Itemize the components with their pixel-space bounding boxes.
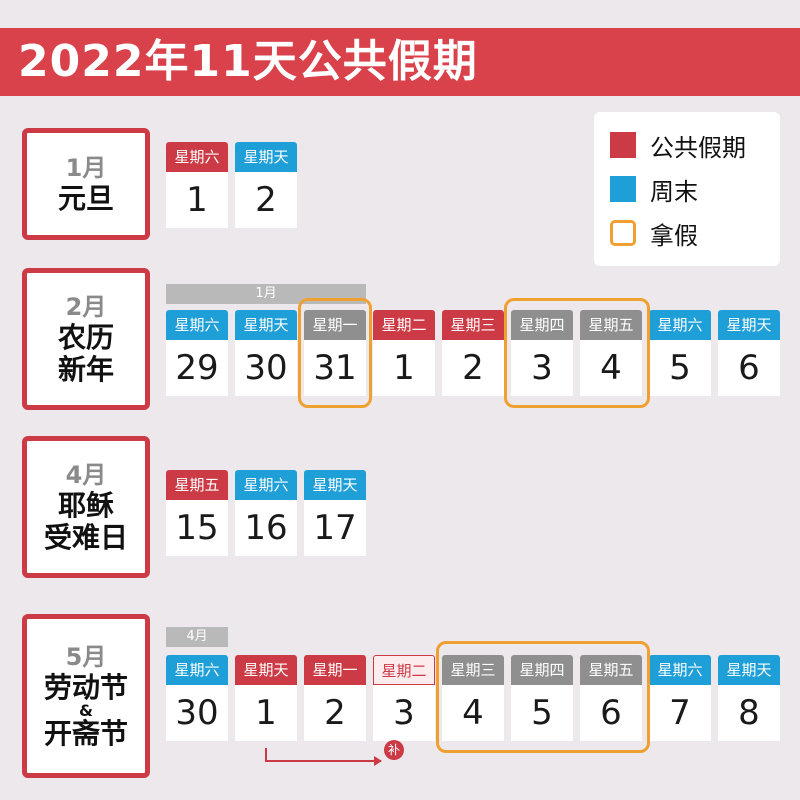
day-card: 星期二 3 [373,655,435,741]
weekday-label: 星期五 [166,470,228,500]
month-box-jan: 1月 元旦 [22,128,150,240]
weekday-label: 星期三 [442,310,504,340]
month-label: 4月 [65,461,107,489]
date-number: 7 [649,685,711,741]
legend-label: 公共假期 [650,133,746,162]
day-card: 星期天 17 [304,470,366,556]
makeup-arrow-line [265,760,381,762]
day-card: 星期五 15 [166,470,228,556]
weekday-label: 星期六 [649,310,711,340]
weekday-label: 星期天 [235,310,297,340]
holiday-name: 新年 [57,353,114,386]
day-card: 星期六 1 [166,142,228,228]
day-card: 星期天 6 [718,310,780,396]
month-label: 2月 [65,293,107,321]
weekday-label: 星期二 [373,310,435,340]
weekday-label: 星期天 [718,655,780,685]
month-box-apr: 4月 耶稣 受难日 [22,436,150,578]
makeup-badge: 补 [384,740,404,760]
leave-highlight-frame [504,298,650,408]
date-number: 1 [166,172,228,228]
day-card: 星期六 7 [649,655,711,741]
day-card: 星期六 29 [166,310,228,396]
day-card: 星期六 30 [166,655,228,741]
leave-highlight-frame [436,641,650,753]
weekday-label: 星期天 [304,470,366,500]
date-number: 6 [718,340,780,396]
legend-swatch-orange-outline [610,220,636,246]
title-banner: 2022年11天公共假期 [0,28,800,96]
month-box-feb: 2月 农历 新年 [22,268,150,410]
holiday-name: 劳动节 [43,671,128,704]
page-title: 2022年11天公共假期 [18,36,478,87]
legend-item-public-holiday: 公共假期 [610,130,746,162]
context-month-bar: 4月 [166,627,228,647]
holiday-name: 元旦 [57,182,114,215]
date-number: 30 [166,685,228,741]
weekday-label: 星期一 [304,655,366,685]
legend-item-weekend: 周末 [610,174,698,206]
weekday-label: 星期六 [649,655,711,685]
day-card: 星期天 2 [235,142,297,228]
day-card: 星期六 5 [649,310,711,396]
date-number: 16 [235,500,297,556]
date-number: 2 [235,172,297,228]
legend-swatch-red [610,132,636,158]
date-number: 1 [373,340,435,396]
date-number: 8 [718,685,780,741]
legend: 公共假期 周末 拿假 [594,112,780,266]
date-number: 30 [235,340,297,396]
weekday-label: 星期天 [235,655,297,685]
day-card: 星期天 30 [235,310,297,396]
date-number: 1 [235,685,297,741]
weekday-label: 星期天 [718,310,780,340]
date-number: 3 [373,685,435,741]
holiday-name: 开斋节 [43,717,128,750]
date-number: 15 [166,500,228,556]
month-box-may: 5月 劳动节 & 开斋节 [22,614,150,778]
holiday-name: 受难日 [43,521,128,554]
month-label: 5月 [65,643,107,671]
holiday-name: 耶稣 [57,489,114,522]
weekday-label: 星期六 [166,142,228,172]
ampersand: & [79,701,93,720]
weekday-label: 星期六 [235,470,297,500]
arrow-head-icon [374,756,382,766]
date-number: 5 [649,340,711,396]
date-number: 2 [304,685,366,741]
holiday-name: 农历 [57,321,114,354]
month-label: 1月 [65,154,107,182]
day-card: 星期天 1 [235,655,297,741]
day-card: 星期二 1 [373,310,435,396]
date-number: 2 [442,340,504,396]
date-number: 17 [304,500,366,556]
day-card: 星期天 8 [718,655,780,741]
leave-highlight-frame [298,298,372,408]
weekday-label: 星期天 [235,142,297,172]
day-card: 星期三 2 [442,310,504,396]
legend-label: 拿假 [650,221,698,250]
weekday-label: 星期六 [166,655,228,685]
day-card: 星期一 2 [304,655,366,741]
weekday-label: 星期六 [166,310,228,340]
weekday-label: 星期二 [373,655,435,685]
day-card: 星期六 16 [235,470,297,556]
date-number: 29 [166,340,228,396]
legend-swatch-blue [610,176,636,202]
legend-label: 周末 [650,177,698,206]
legend-item-leave: 拿假 [610,218,698,250]
